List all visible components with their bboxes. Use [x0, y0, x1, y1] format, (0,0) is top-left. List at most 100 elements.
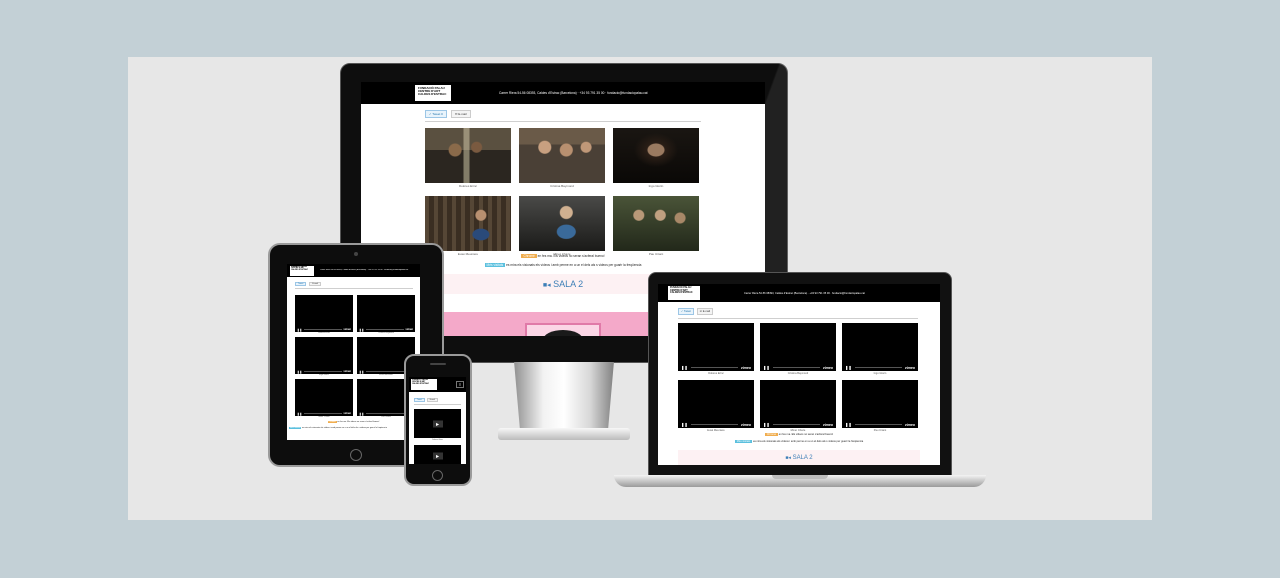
video-player[interactable]: ❚❚ vimeo [295, 295, 353, 332]
video-item[interactable]: ❚❚ vimeo Cristina Baymond [760, 323, 836, 375]
video-thumbnail[interactable] [425, 128, 511, 183]
pause-icon[interactable]: ❚❚ [845, 422, 852, 427]
video-player[interactable]: ❚❚ vimeo [842, 380, 918, 428]
orange-badge: Chrome [327, 421, 337, 423]
progress-bar[interactable] [304, 329, 342, 330]
play-icon[interactable]: ▶ [432, 452, 443, 460]
divider [295, 288, 413, 289]
progress-bar[interactable] [772, 367, 820, 368]
email-button[interactable]: E-mail [309, 282, 322, 286]
progress-bar[interactable] [366, 329, 404, 330]
video-item[interactable]: ❚❚ vimeo Dolores Erinc [678, 323, 754, 375]
site-logo[interactable]: FUNDACIÓ PALAU CENTRE D'ART CALDES D'EST… [411, 379, 437, 390]
video-thumbnail[interactable] [425, 196, 511, 251]
logo-line: CALDES D'ESTRAC [291, 269, 308, 272]
orange-note: Chrome en fes ma. Els videos no seran s'… [658, 433, 940, 436]
video-item[interactable]: ❚❚ vimeo Dolores Erinc [295, 295, 353, 334]
video-player[interactable]: ❚❚ vimeo [678, 323, 754, 371]
vimeo-logo[interactable]: vimeo [344, 370, 352, 373]
play-icon[interactable]: ▶ [432, 420, 443, 427]
pause-icon[interactable]: ❚❚ [681, 422, 688, 427]
video-player[interactable]: ❚❚ vimeo [760, 380, 836, 428]
vimeo-logo[interactable]: vimeo [344, 412, 352, 415]
progress-bar[interactable] [304, 371, 342, 372]
video-player[interactable]: ❚❚ vimeo [295, 379, 353, 416]
pause-icon[interactable]: ❚❚ [297, 412, 302, 416]
video-player[interactable]: ❚❚ vimeo [760, 323, 836, 371]
pause-icon[interactable]: ❚❚ [297, 370, 302, 374]
pause-icon[interactable]: ❚❚ [763, 365, 770, 370]
video-item[interactable]: ❚❚ vimeo Ingo Glorin [842, 323, 918, 375]
video-item[interactable]: Miner Chaze [519, 196, 605, 256]
hamburger-menu-icon[interactable]: ≡ [456, 381, 464, 388]
tweet-button[interactable]: ✓ Tweet 0 [425, 110, 447, 118]
progress-bar[interactable] [854, 367, 902, 368]
vimeo-logo[interactable]: vimeo [406, 328, 414, 331]
vimeo-logo[interactable]: vimeo [344, 328, 352, 331]
video-player[interactable]: ❚❚ vimeo [842, 323, 918, 371]
site-logo[interactable]: FUNDACIÓ PALAU CENTRE D'ART CALDES D'EST… [290, 265, 314, 276]
video-item[interactable]: Ingo Glorin [613, 128, 699, 188]
progress-bar[interactable] [690, 424, 738, 425]
pause-icon[interactable]: ❚❚ [845, 365, 852, 370]
video-item[interactable]: Dolores Erinc [425, 128, 511, 188]
video-player[interactable]: ▶ [414, 445, 461, 464]
video-player[interactable]: ❚❚ vimeo [357, 295, 415, 332]
video-grid: ❚❚ vimeo Dolores Erinc ❚❚ vimeo Cristina Bay… [295, 295, 415, 418]
pause-icon[interactable]: ❚❚ [681, 365, 688, 370]
email-button[interactable]: ✉ E-mail [450, 110, 471, 118]
progress-bar[interactable] [690, 367, 738, 368]
video-item[interactable]: ❚❚ vimeo Miner Chaze [295, 379, 353, 418]
blue-badge: Més visitats [289, 427, 302, 429]
video-item[interactable]: ❚❚ vimeo Cristina Baymond [357, 295, 415, 334]
tweet-label: Tweet [417, 399, 422, 401]
video-thumbnail[interactable] [519, 128, 605, 183]
progress-bar[interactable] [772, 424, 820, 425]
pause-icon[interactable]: ❚❚ [359, 370, 364, 374]
video-thumbnail[interactable] [613, 196, 699, 251]
pause-icon[interactable]: ❚❚ [359, 412, 364, 416]
video-caption: Ingo Glorin [319, 374, 329, 376]
video-item[interactable]: ❚❚ vimeo Ingo Glorin [295, 337, 353, 376]
pause-icon[interactable]: ❚❚ [763, 422, 770, 427]
video-camera-icon: ■◂ [785, 455, 791, 461]
blue-badge: Més visitats [734, 440, 753, 443]
video-item[interactable]: ❚❚ vimeo Pau Urtant [842, 380, 918, 432]
tweet-button[interactable]: ✓ Tweet [678, 308, 694, 315]
vimeo-logo[interactable]: vimeo [905, 423, 915, 427]
progress-bar[interactable] [366, 413, 404, 414]
video-thumbnail[interactable] [519, 196, 605, 251]
vimeo-logo[interactable]: vimeo [905, 366, 915, 370]
vimeo-logo[interactable]: vimeo [823, 366, 833, 370]
video-player[interactable]: ❚❚ vimeo [678, 380, 754, 428]
video-item[interactable]: Pau Urtant [613, 196, 699, 256]
video-item[interactable]: Cristina Baymond [519, 128, 605, 188]
video-caption: Cristina Baymond [378, 332, 394, 334]
email-button[interactable]: ✉ E-mail [696, 308, 714, 315]
pause-icon[interactable]: ❚❚ [359, 328, 364, 332]
pause-icon[interactable]: ❚❚ [297, 328, 302, 332]
tweet-button[interactable]: Tweet [414, 398, 425, 402]
video-item[interactable]: ❚❚ vimeo Eusé Meuniere [678, 380, 754, 432]
progress-bar[interactable] [854, 424, 902, 425]
vimeo-logo[interactable]: vimeo [823, 423, 833, 427]
video-item[interactable]: ❚❚ vimeo Miner Chaze [760, 380, 836, 432]
vimeo-logo[interactable]: vimeo [741, 366, 751, 370]
site-logo[interactable]: FUNDACIÓ PALAU CENTRE D'ART CALDES D'EST… [668, 286, 700, 300]
video-thumbnail[interactable] [613, 128, 699, 183]
video-item[interactable]: ▶ [414, 445, 461, 464]
site-logo[interactable]: FUNDACIÓ PALAU CENTRE D'ART CALDES D'EST… [415, 85, 451, 101]
site-contact: Carrer Riera 54-56 08393, Caldes d'Estra… [744, 291, 865, 295]
tweet-button[interactable]: Tweet [295, 282, 307, 286]
video-item[interactable]: ▶ Dolores Erinc [414, 409, 461, 441]
tweet-label: Tweet [683, 310, 691, 313]
progress-bar[interactable] [366, 371, 404, 372]
vimeo-logo[interactable]: vimeo [741, 423, 751, 427]
video-player[interactable]: ▶ [414, 409, 461, 438]
video-camera-icon: ■◂ [542, 282, 551, 289]
blue-badge: Més visitats [484, 263, 506, 267]
blue-note-text: es mira els visionats els vídeos i amb p… [753, 440, 864, 443]
progress-bar[interactable] [304, 413, 342, 414]
email-button[interactable]: E-mail [426, 398, 438, 402]
video-player[interactable]: ❚❚ vimeo [295, 337, 353, 374]
